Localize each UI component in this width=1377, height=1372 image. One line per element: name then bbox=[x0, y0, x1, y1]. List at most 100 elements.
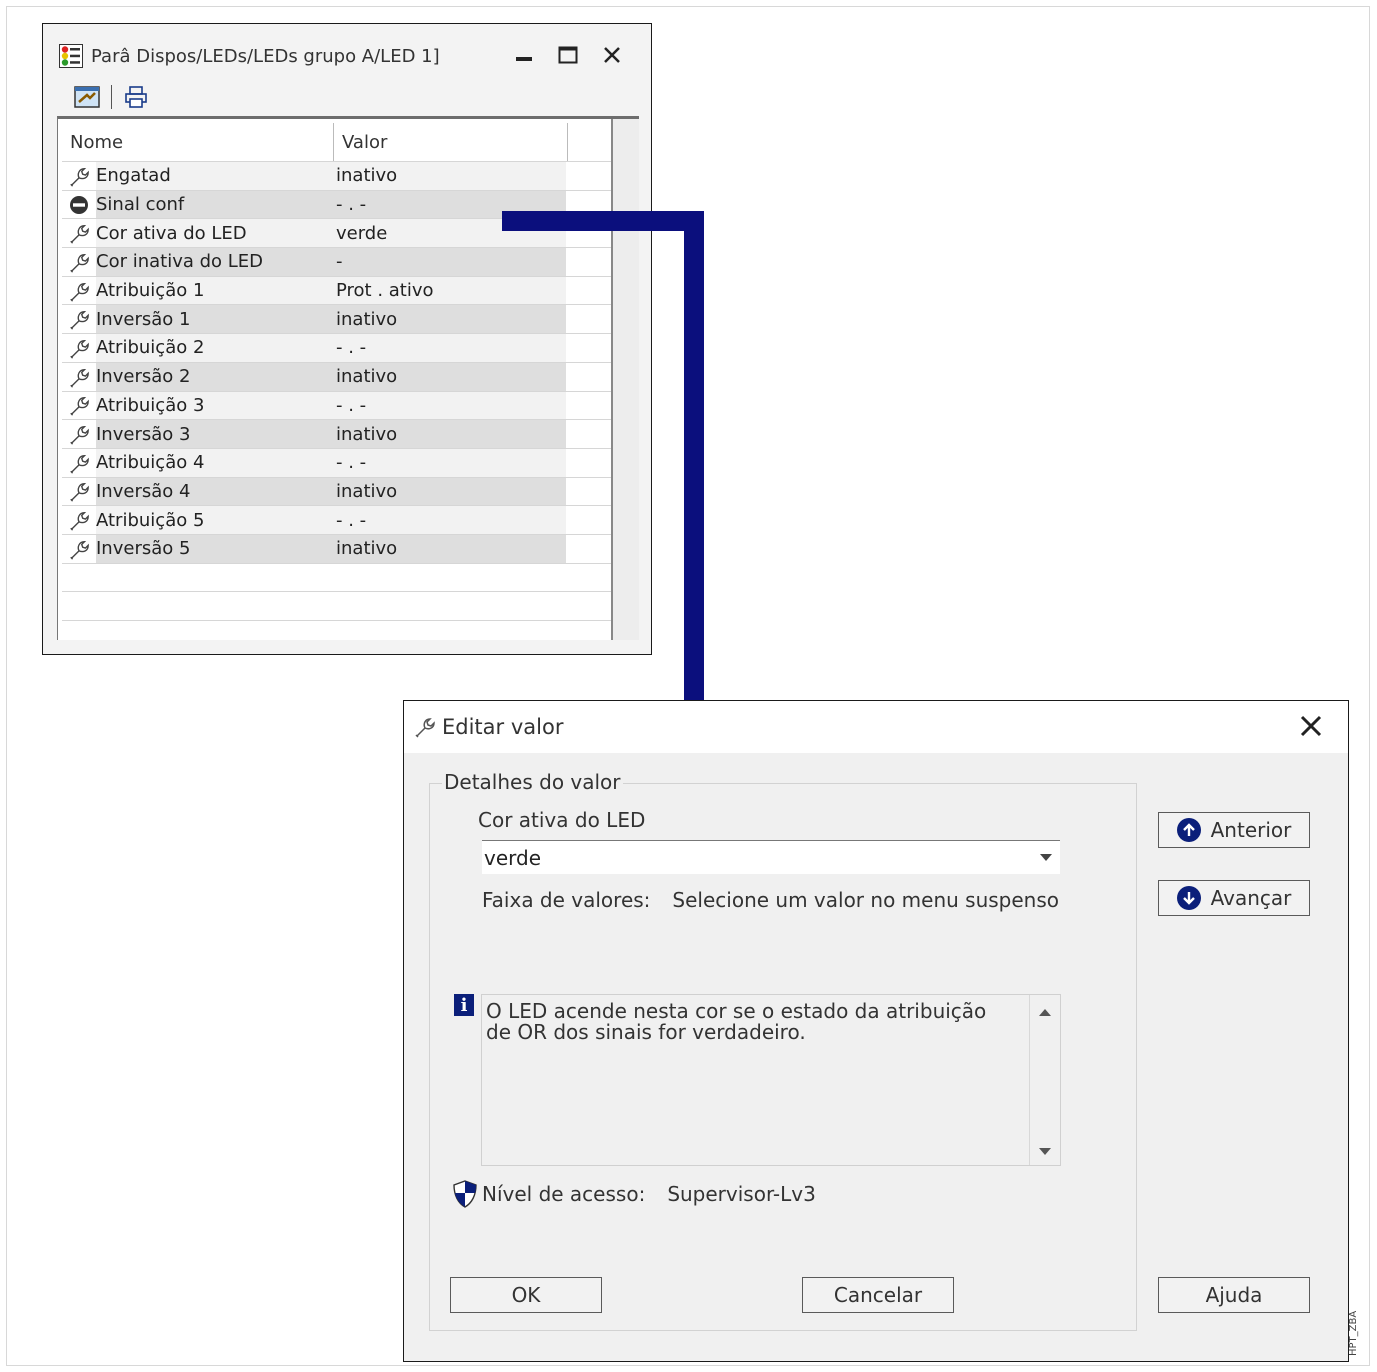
row-value[interactable]: - . - bbox=[330, 190, 566, 219]
value-range: Faixa de valores: Selecione um valor no … bbox=[482, 888, 1059, 912]
table-row[interactable]: Engatad inativo bbox=[62, 161, 611, 190]
row-value[interactable]: Prot . ativo bbox=[330, 276, 566, 305]
row-value[interactable]: inativo bbox=[330, 477, 566, 506]
selected-value: verde bbox=[484, 845, 542, 870]
table-row[interactable]: Atribuição 5- . - bbox=[62, 505, 611, 534]
info-scrollbar[interactable] bbox=[1029, 995, 1060, 1165]
parameter-window-title: Parâ Dispos/LEDs/LEDs grupo A/LED 1] bbox=[91, 45, 440, 67]
row-value[interactable]: - . - bbox=[330, 391, 566, 420]
row-extra-cell bbox=[566, 391, 611, 420]
row-value[interactable]: inativo bbox=[330, 362, 566, 391]
row-value[interactable]: - . - bbox=[330, 448, 566, 477]
row-value[interactable]: inativo bbox=[330, 420, 566, 448]
table-row[interactable]: Inversão 4 inativo bbox=[62, 476, 611, 506]
figure-id: HPT_ZBA bbox=[1348, 1310, 1359, 1356]
access-label: Nível de acesso: bbox=[482, 1182, 646, 1206]
row-name-cell: Inversão 3 bbox=[62, 420, 330, 448]
print-button[interactable] bbox=[122, 83, 150, 111]
toolbar-separator bbox=[111, 85, 112, 109]
row-extra-cell bbox=[566, 448, 611, 477]
row-name: Inversão 2 bbox=[96, 362, 330, 391]
row-name: Inversão 1 bbox=[96, 305, 330, 334]
table-row[interactable]: Atribuição 2- . - bbox=[62, 333, 611, 362]
row-name-cell: Inversão 1 bbox=[62, 305, 330, 334]
ok-button[interactable]: OK bbox=[450, 1277, 602, 1313]
table-row[interactable]: Sinal conf - . - bbox=[62, 189, 611, 219]
table-header: Nome Valor bbox=[58, 123, 611, 161]
row-name-cell: Sinal conf bbox=[62, 190, 330, 219]
table-row[interactable]: Atribuição 3- . - bbox=[62, 390, 611, 420]
info-text: O LED acende nesta cor se o estado da at… bbox=[486, 999, 987, 1044]
close-button[interactable] bbox=[601, 44, 623, 66]
row-name: Cor ativa do LED bbox=[96, 219, 330, 248]
previous-button-label: Anterior bbox=[1210, 818, 1292, 842]
wrench-icon bbox=[62, 534, 96, 563]
group-title: Detalhes do valor bbox=[442, 770, 623, 794]
parameter-window: Parâ Dispos/LEDs/LEDs grupo A/LED 1] Nom… bbox=[42, 23, 652, 655]
close-icon bbox=[1300, 715, 1322, 737]
previous-button[interactable]: Anterior bbox=[1158, 812, 1310, 848]
wrench-icon bbox=[62, 162, 96, 190]
table-row[interactable]: Inversão 5 inativo bbox=[62, 533, 611, 563]
column-header-name[interactable]: Nome bbox=[58, 123, 330, 161]
row-value[interactable]: verde bbox=[330, 219, 566, 248]
row-value[interactable]: - bbox=[330, 248, 566, 276]
row-value[interactable]: inativo bbox=[330, 305, 566, 334]
row-name: Inversão 4 bbox=[96, 477, 330, 506]
table-row[interactable]: Atribuição 1 Prot . ativo bbox=[62, 275, 611, 305]
table-row[interactable]: Atribuição 4- . - bbox=[62, 447, 611, 477]
row-name-cell: Atribuição 4 bbox=[62, 448, 330, 477]
access-value: Supervisor-Lv3 bbox=[667, 1182, 816, 1206]
dialog-title: Editar valor bbox=[442, 715, 564, 739]
access-level: Nível de acesso: Supervisor-Lv3 bbox=[452, 1180, 816, 1208]
info-icon: i bbox=[454, 994, 474, 1016]
row-value[interactable]: - . - bbox=[330, 506, 566, 534]
table-body: Engatad inativo Sinal conf - . - Cor ativa d… bbox=[62, 161, 611, 640]
row-extra-cell bbox=[566, 534, 611, 563]
vertical-scrollbar[interactable] bbox=[611, 119, 639, 640]
parameter-toolbar bbox=[73, 82, 150, 112]
row-name: Atribuição 3 bbox=[96, 391, 330, 420]
table-row[interactable]: Inversão 1 inativo bbox=[62, 304, 611, 334]
column-header-value[interactable]: Valor bbox=[330, 123, 566, 161]
row-name: Atribuição 1 bbox=[96, 276, 330, 305]
row-value[interactable]: inativo bbox=[330, 162, 566, 190]
table-row[interactable]: Inversão 3 inativo bbox=[62, 419, 611, 448]
wrench-icon bbox=[62, 477, 96, 506]
value-select[interactable]: verde bbox=[482, 840, 1060, 874]
maximize-button[interactable] bbox=[557, 44, 579, 66]
scroll-down-icon[interactable] bbox=[1039, 1148, 1051, 1155]
dialog-close-button[interactable] bbox=[1296, 711, 1326, 741]
help-button[interactable]: Ajuda bbox=[1158, 1277, 1310, 1313]
wrench-icon bbox=[62, 219, 96, 248]
row-name-cell: Engatad bbox=[62, 162, 330, 190]
row-extra-cell bbox=[566, 219, 611, 248]
wrench-icon bbox=[62, 448, 96, 477]
row-value[interactable]: - . - bbox=[330, 334, 566, 362]
maximize-icon bbox=[558, 46, 578, 64]
chevron-down-icon[interactable] bbox=[1032, 853, 1060, 862]
row-name-cell: Atribuição 5 bbox=[62, 506, 330, 534]
range-label: Faixa de valores: bbox=[482, 888, 651, 912]
wrench-icon bbox=[62, 362, 96, 391]
row-extra-cell bbox=[566, 420, 611, 448]
row-name-cell: Cor inativa do LED bbox=[62, 248, 330, 276]
table-row[interactable]: Cor inativa do LED - bbox=[62, 247, 611, 276]
info-textbox[interactable]: O LED acende nesta cor se o estado da at… bbox=[481, 994, 1061, 1166]
scroll-up-icon[interactable] bbox=[1039, 1009, 1051, 1016]
shield-icon bbox=[453, 1180, 477, 1208]
row-value[interactable]: inativo bbox=[330, 534, 566, 563]
row-name: Cor inativa do LED bbox=[96, 248, 330, 276]
table-row[interactable]: Cor ativa do LED verde bbox=[62, 218, 611, 248]
edit-parameter-button[interactable] bbox=[73, 83, 101, 111]
row-name: Engatad bbox=[96, 162, 330, 190]
next-button[interactable]: Avançar bbox=[1158, 880, 1310, 916]
row-name-cell: Atribuição 2 bbox=[62, 334, 330, 362]
parameter-table: Nome Valor Engatad inativo Sinal conf - . -… bbox=[57, 116, 639, 640]
row-extra-cell bbox=[566, 477, 611, 506]
minimize-button[interactable] bbox=[513, 44, 535, 66]
minimize-icon bbox=[516, 57, 532, 61]
table-row[interactable]: Inversão 2 inativo bbox=[62, 361, 611, 391]
cancel-button[interactable]: Cancelar bbox=[802, 1277, 954, 1313]
row-extra-cell bbox=[566, 362, 611, 391]
